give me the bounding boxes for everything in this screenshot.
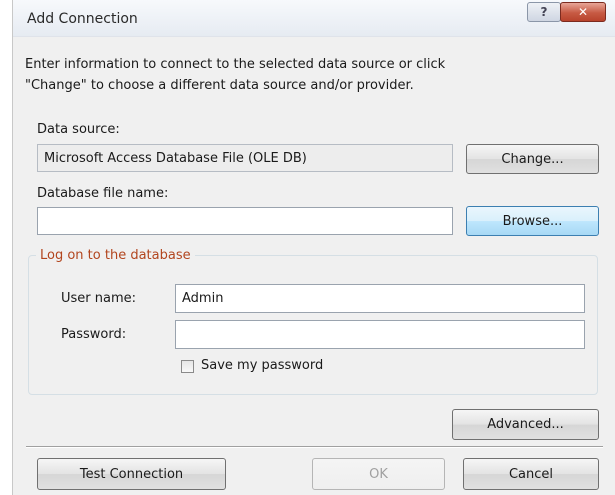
save-password-checkbox[interactable]: [181, 360, 194, 373]
help-button[interactable]: ?: [527, 2, 561, 22]
password-input[interactable]: [175, 320, 585, 349]
database-file-label: Database file name:: [37, 186, 169, 201]
help-icon: ?: [540, 5, 548, 19]
close-button[interactable]: ✕: [560, 2, 606, 22]
user-name-input[interactable]: Admin: [175, 284, 585, 313]
password-label: Password:: [61, 327, 127, 342]
window-title: Add Connection: [27, 11, 138, 27]
logon-legend: Log on to the database: [36, 248, 195, 263]
user-name-label: User name:: [61, 291, 137, 306]
cancel-button[interactable]: Cancel: [463, 458, 599, 490]
data-source-value: Microsoft Access Database File (OLE DB): [44, 150, 307, 166]
instructions-text: Enter information to connect to the sele…: [25, 57, 446, 93]
advanced-button[interactable]: Advanced...: [452, 409, 599, 440]
change-button[interactable]: Change...: [466, 144, 599, 174]
user-name-value: Admin: [182, 291, 224, 306]
data-source-field: Microsoft Access Database File (OLE DB): [37, 144, 453, 172]
close-icon: ✕: [577, 5, 589, 19]
data-source-label: Data source:: [37, 122, 120, 137]
test-connection-button[interactable]: Test Connection: [37, 458, 226, 490]
database-file-input[interactable]: [37, 207, 453, 235]
save-password-label[interactable]: Save my password: [201, 358, 323, 373]
ok-button[interactable]: OK: [312, 458, 445, 490]
title-bar: Add Connection ? ✕: [13, 0, 615, 37]
browse-button[interactable]: Browse...: [466, 206, 599, 236]
button-divider: [26, 446, 603, 448]
